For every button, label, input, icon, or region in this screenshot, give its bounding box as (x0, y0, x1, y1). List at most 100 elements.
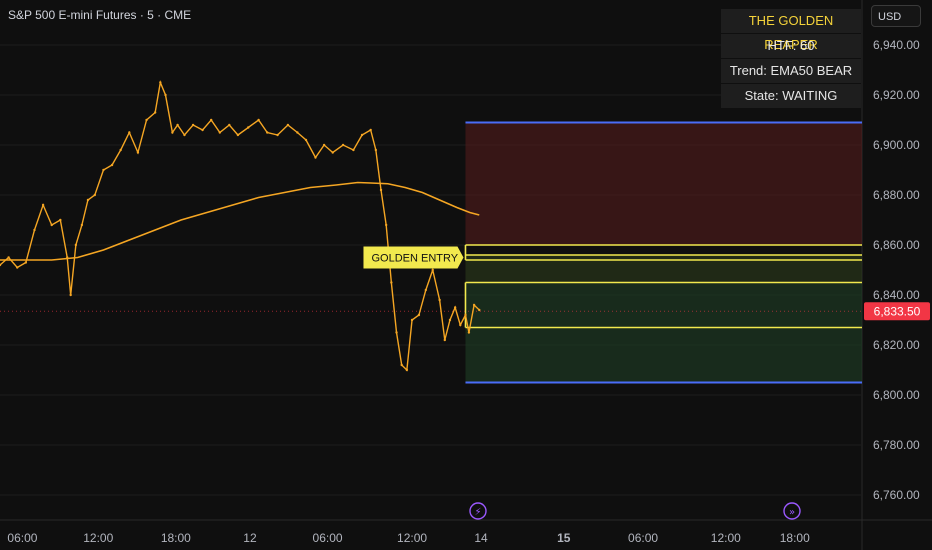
price-point (119, 148, 122, 152)
price-point (247, 126, 250, 129)
y-tick-label: 6,900.00 (873, 138, 920, 152)
price-point (164, 93, 167, 97)
price-point (257, 118, 260, 122)
y-tick-label: 6,840.00 (873, 288, 920, 302)
price-point (384, 223, 388, 227)
price-point (459, 323, 462, 327)
price-point (374, 148, 378, 152)
x-tick-label: 06:00 (313, 531, 343, 545)
price-point (417, 313, 421, 317)
x-tick-label: 12 (243, 531, 257, 545)
price-point (209, 118, 213, 122)
y-tick-label: 6,800.00 (873, 388, 920, 402)
price-point (59, 218, 62, 222)
price-point (266, 131, 269, 134)
x-tick-label: 12:00 (711, 531, 741, 545)
price-point (102, 168, 105, 172)
lightning-event-icon-glyph: ⚡ (474, 507, 481, 518)
x-tick-label: 18:00 (780, 531, 810, 545)
price-point (322, 143, 326, 147)
price-point (304, 138, 308, 142)
price-point (136, 151, 140, 154)
currency-selector[interactable]: USD (871, 5, 921, 27)
y-tick-label: 6,920.00 (873, 88, 920, 102)
info-panel-title: THE GOLDEN REAPER (721, 9, 861, 52)
y-tick-label: 6,860.00 (873, 238, 920, 252)
price-point (16, 266, 19, 269)
info-panel-state: State: WAITING (721, 84, 861, 109)
entry-zone (465, 255, 862, 283)
symbol-title[interactable]: S&P 500 E-mini Futures · 5 · CME (8, 8, 191, 22)
price-point (201, 128, 204, 132)
price-point (431, 268, 434, 272)
x-tick-label: 12:00 (83, 531, 113, 545)
price-point (80, 223, 84, 227)
x-tick-label: 06:00 (628, 531, 658, 545)
price-point (400, 363, 403, 367)
info-panel-htf: HTF: 60 (721, 34, 861, 59)
price-point (93, 193, 97, 197)
price-point (443, 338, 446, 342)
price-point (171, 131, 174, 134)
price-point (360, 133, 364, 137)
price-point (379, 188, 383, 192)
price-point (7, 256, 10, 259)
price-point (69, 293, 72, 297)
price-point (66, 256, 69, 259)
price-point (176, 123, 179, 127)
price-point (453, 306, 457, 309)
y-tick-label: 6,820.00 (873, 338, 920, 352)
price-point (448, 318, 452, 322)
price-point (218, 131, 222, 134)
price-point (352, 148, 355, 152)
price-point (331, 151, 334, 154)
golden-entry-label: GOLDEN ENTRY (371, 253, 458, 265)
price-point (390, 281, 393, 284)
stop-loss-zone (465, 122, 862, 245)
price-point (438, 298, 441, 302)
price-point (478, 308, 481, 312)
price-point (395, 331, 398, 334)
y-tick-label: 6,780.00 (873, 438, 920, 452)
price-point (191, 123, 195, 127)
price-point (74, 243, 78, 247)
x-tick-label: 14 (474, 531, 488, 545)
y-tick-label: 6,760.00 (873, 488, 920, 502)
x-tick-label: 15 (557, 531, 571, 545)
x-tick-label: 18:00 (161, 531, 191, 545)
last-price-label: 6,833.50 (874, 304, 921, 318)
price-point (33, 228, 36, 232)
price-point (369, 128, 372, 132)
price-point (236, 133, 240, 137)
price-point (341, 143, 345, 147)
price-point (405, 368, 409, 372)
price-point (276, 133, 279, 137)
price-point (153, 111, 157, 114)
y-tick-label: 6,940.00 (873, 38, 920, 52)
price-line (0, 79, 480, 372)
price-point (472, 303, 476, 307)
price-point (228, 123, 231, 127)
price-point (159, 81, 162, 84)
price-point (41, 203, 45, 207)
x-tick-label: 06:00 (7, 531, 37, 545)
price-point (286, 123, 290, 127)
info-panel-trend: Trend: EMA50 BEAR (721, 59, 861, 84)
price-point (110, 163, 114, 167)
info-panel: THE GOLDEN REAPER HTF: 60 Trend: EMA50 B… (721, 9, 861, 109)
price-point (424, 288, 428, 292)
price-point (296, 131, 299, 134)
price-point (467, 331, 471, 334)
y-tick-label: 6,880.00 (873, 188, 920, 202)
x-tick-label: 12:00 (397, 531, 427, 545)
price-point (24, 261, 28, 264)
price-point (183, 133, 186, 137)
price-point (128, 131, 131, 134)
price-point (145, 118, 148, 122)
forward-event-icon-glyph: » (789, 507, 795, 518)
take-profit-zone (465, 282, 862, 383)
price-point (464, 313, 467, 317)
price-point (86, 198, 90, 202)
price-point (410, 318, 414, 322)
price-point (314, 156, 317, 159)
